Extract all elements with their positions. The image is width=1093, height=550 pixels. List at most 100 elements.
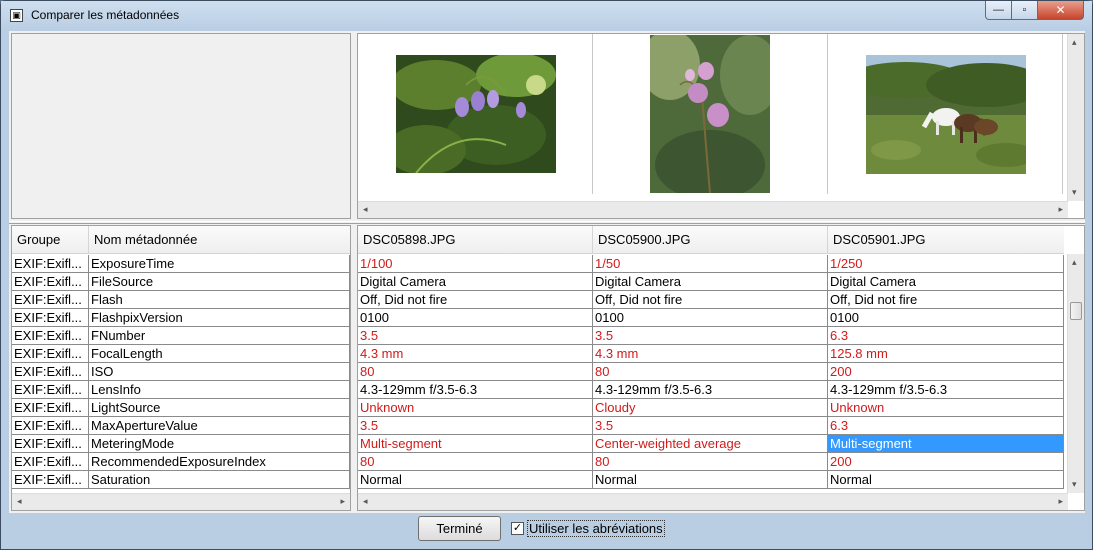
names-horizontal-scrollbar[interactable]: ◂ ▸ [12, 493, 350, 510]
value-cell[interactable]: Normal [828, 471, 1064, 489]
group-cell[interactable]: EXIF:Exifl... [12, 381, 89, 399]
value-cell[interactable]: 1/50 [593, 255, 828, 273]
thumbnail-cell[interactable] [358, 34, 593, 194]
value-cell[interactable]: 4.3-129mm f/3.5-6.3 [358, 381, 593, 399]
value-cell[interactable]: 0100 [358, 309, 593, 327]
table-row[interactable]: 4.3 mm 4.3 mm 125.8 mm [358, 345, 1064, 363]
value-cell[interactable]: 4.3 mm [358, 345, 593, 363]
table-row[interactable]: 3.5 3.5 6.3 [358, 327, 1064, 345]
minimize-button[interactable]: — [985, 1, 1012, 20]
value-cell[interactable]: Normal [593, 471, 828, 489]
group-cell[interactable]: EXIF:Exifl... [12, 363, 89, 381]
value-cell[interactable]: 80 [593, 363, 828, 381]
group-cell[interactable]: EXIF:Exifl... [12, 255, 89, 273]
column-header-name[interactable]: Nom métadonnée [89, 226, 350, 254]
table-row[interactable]: EXIF:Exifl... FocalLength [12, 345, 350, 363]
value-cell[interactable]: Digital Camera [358, 273, 593, 291]
table-row[interactable]: EXIF:Exifl... ExposureTime [12, 255, 350, 273]
name-cell[interactable]: FlashpixVersion [89, 309, 350, 327]
name-cell[interactable]: LensInfo [89, 381, 350, 399]
values-vertical-scrollbar[interactable]: ▴ ▾ [1067, 254, 1084, 493]
table-row[interactable]: Normal Normal Normal [358, 471, 1064, 489]
scroll-up-icon[interactable]: ▴ [1072, 257, 1077, 268]
table-row[interactable]: EXIF:Exifl... ISO [12, 363, 350, 381]
value-cell[interactable]: 4.3-129mm f/3.5-6.3 [593, 381, 828, 399]
group-cell[interactable]: EXIF:Exifl... [12, 309, 89, 327]
value-cell[interactable]: Unknown [358, 399, 593, 417]
value-cell[interactable]: 3.5 [593, 417, 828, 435]
name-cell[interactable]: FileSource [89, 273, 350, 291]
table-row[interactable]: Multi-segment Center-weighted average Mult… [358, 435, 1064, 453]
table-row[interactable]: EXIF:Exifl... Flash [12, 291, 350, 309]
table-row[interactable]: 4.3-129mm f/3.5-6.3 4.3-129mm f/3.5-6.3 4.… [358, 381, 1064, 399]
column-header-group[interactable]: Groupe [12, 226, 89, 254]
group-cell[interactable]: EXIF:Exifl... [12, 399, 89, 417]
scrollbar-thumb[interactable] [1070, 302, 1082, 320]
table-row[interactable]: EXIF:Exifl... FileSource [12, 273, 350, 291]
scroll-down-icon[interactable]: ▾ [1072, 187, 1077, 198]
value-cell[interactable]: 6.3 [828, 327, 1064, 345]
table-row[interactable]: EXIF:Exifl... FlashpixVersion [12, 309, 350, 327]
group-cell[interactable]: EXIF:Exifl... [12, 345, 89, 363]
table-row[interactable]: Unknown Cloudy Unknown [358, 399, 1064, 417]
table-row[interactable]: 80 80 200 [358, 453, 1064, 471]
close-button[interactable]: ✕ [1037, 1, 1084, 20]
value-cell[interactable]: 6.3 [828, 417, 1064, 435]
group-cell[interactable]: EXIF:Exifl... [12, 417, 89, 435]
value-cell[interactable]: 80 [593, 453, 828, 471]
value-cell[interactable]: 80 [358, 363, 593, 381]
thumbnail-vertical-scrollbar[interactable]: ▴ ▾ [1067, 34, 1084, 201]
scroll-right-icon[interactable]: ▸ [1058, 204, 1063, 215]
table-row[interactable]: Digital Camera Digital Camera Digital Came… [358, 273, 1064, 291]
name-cell[interactable]: Flash [89, 291, 350, 309]
value-cell[interactable]: Digital Camera [828, 273, 1064, 291]
value-cell[interactable]: 3.5 [593, 327, 828, 345]
value-cell[interactable]: 125.8 mm [828, 345, 1064, 363]
value-cell[interactable]: 4.3 mm [593, 345, 828, 363]
app-icon[interactable]: ▣ [10, 9, 23, 22]
table-row[interactable]: EXIF:Exifl... Saturation [12, 471, 350, 489]
abbreviations-checkbox[interactable]: ✓ [511, 522, 524, 535]
value-cell[interactable]: Center-weighted average [593, 435, 828, 453]
scroll-left-icon[interactable]: ◂ [363, 496, 368, 507]
table-row[interactable]: 3.5 3.5 6.3 [358, 417, 1064, 435]
value-cell[interactable]: Multi-segment [358, 435, 593, 453]
splitter[interactable] [9, 221, 1085, 224]
group-cell[interactable]: EXIF:Exifl... [12, 291, 89, 309]
group-cell[interactable]: EXIF:Exifl... [12, 273, 89, 291]
name-cell[interactable]: ISO [89, 363, 350, 381]
table-row[interactable]: EXIF:Exifl... FNumber [12, 327, 350, 345]
scroll-right-icon[interactable]: ▸ [340, 496, 345, 507]
thumbnail-image-flowers[interactable] [396, 55, 556, 173]
group-cell[interactable]: EXIF:Exifl... [12, 471, 89, 489]
thumbnail-image-pink-flowers[interactable] [650, 35, 770, 193]
thumbnail-cell[interactable] [593, 34, 828, 194]
value-cell[interactable]: Off, Did not fire [358, 291, 593, 309]
value-cell[interactable]: 3.5 [358, 417, 593, 435]
value-cell[interactable]: Digital Camera [593, 273, 828, 291]
column-header-file-1[interactable]: DSC05898.JPG [358, 226, 593, 254]
value-cell[interactable]: 0100 [593, 309, 828, 327]
thumbnail-cell[interactable] [828, 34, 1063, 194]
thumbnail-image-horses[interactable] [866, 55, 1026, 174]
scroll-left-icon[interactable]: ◂ [363, 204, 368, 215]
value-cell[interactable]: Off, Did not fire [593, 291, 828, 309]
group-cell[interactable]: EXIF:Exifl... [12, 327, 89, 345]
table-row[interactable]: 0100 0100 0100 [358, 309, 1064, 327]
name-cell[interactable]: MeteringMode [89, 435, 350, 453]
values-horizontal-scrollbar[interactable]: ◂ ▸ [358, 493, 1068, 510]
name-cell[interactable]: RecommendedExposureIndex [89, 453, 350, 471]
value-cell[interactable]: 1/250 [828, 255, 1064, 273]
title-bar[interactable]: ▣ Comparer les métadonnées — ▫ ✕ [1, 1, 1092, 31]
value-cell[interactable]: 1/100 [358, 255, 593, 273]
name-cell[interactable]: MaxApertureValue [89, 417, 350, 435]
name-cell[interactable]: FocalLength [89, 345, 350, 363]
value-cell[interactable]: Multi-segment [828, 435, 1064, 453]
value-cell[interactable]: Off, Did not fire [828, 291, 1064, 309]
maximize-button[interactable]: ▫ [1011, 1, 1038, 20]
value-cell[interactable]: 200 [828, 363, 1064, 381]
value-cell[interactable]: 0100 [828, 309, 1064, 327]
scroll-up-icon[interactable]: ▴ [1072, 37, 1077, 48]
value-cell[interactable]: Unknown [828, 399, 1064, 417]
group-cell[interactable]: EXIF:Exifl... [12, 435, 89, 453]
